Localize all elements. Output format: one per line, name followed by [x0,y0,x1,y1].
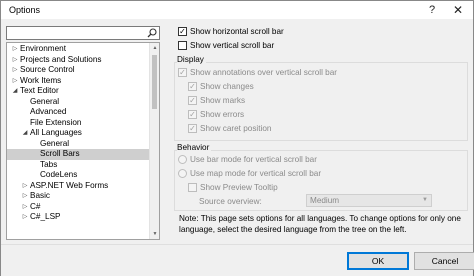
close-button[interactable]: ✕ [447,1,469,19]
checkbox-checked-icon: ✓ [188,124,197,133]
tree-item[interactable]: ◢ Text Editor [7,86,150,97]
expand-arrow-icon[interactable]: ▷ [11,65,19,76]
expand-arrow-icon[interactable]: ▷ [11,76,19,87]
checkbox-label: Show Preview Tooltip [200,183,278,192]
tree-item-label: CodeLens [40,170,78,179]
help-button[interactable]: ? [421,1,443,19]
collapse-arrow-icon[interactable]: ◢ [11,86,19,97]
tree-item[interactable]: ◢ All Languages [7,128,150,139]
checkbox-label: Show vertical scroll bar [190,41,275,50]
checkbox-unchecked-icon [178,41,187,50]
source-overview-label: Source overview: [199,197,262,206]
tree-item[interactable]: File Extension [7,118,150,129]
source-overview-dropdown[interactable]: Medium ▼ [306,194,432,207]
tree-item[interactable]: ▷ Source Control [7,65,150,76]
scroll-down-icon[interactable]: ▼ [150,229,159,239]
radio-label: Use bar mode for vertical scroll bar [190,155,317,164]
checkbox-unchecked-icon [188,183,197,192]
tree-item-label: All Languages [30,128,82,137]
scroll-up-icon[interactable]: ▲ [150,43,159,53]
checkbox-checked-icon: ✓ [178,27,187,36]
tree-item[interactable]: ▷ Projects and Solutions [7,55,150,66]
expand-arrow-icon[interactable]: ▷ [21,202,29,213]
tree-item-label: Source Control [20,65,75,74]
tree-item-label: Environment [20,44,66,53]
source-overview-value: Medium [310,196,340,205]
tree-item-label: Work Items [20,75,62,85]
tree-item-label: Text Editor [20,86,59,95]
tree-item[interactable]: General [7,97,150,108]
chevron-down-icon: ▼ [422,197,428,203]
options-search-input[interactable] [6,26,160,40]
tree-item[interactable]: ▷ Basic [7,191,150,202]
tree-list: ▷ Environment ▷ Projects and Solutions ▷ Sour… [7,44,150,223]
radio-unselected-icon [178,155,187,164]
tree-item-label: General [40,138,70,148]
checkbox-label: Show marks [200,96,246,105]
tree-item-label: Projects and Solutions [20,54,102,64]
ok-button[interactable]: OK [347,252,409,270]
tree-item-label: C#_LSP [30,212,61,221]
display-group-title: Display [177,55,206,64]
tree-item[interactable]: ▷ C#_LSP [7,212,150,223]
tree-item-label: C# [30,201,41,211]
tree-item[interactable]: ▷ ASP.NET Web Forms [7,181,150,192]
tree-item[interactable]: ▷ Environment [7,44,150,55]
note-text: Note: This page sets options for all lan… [179,214,461,234]
collapse-arrow-icon[interactable]: ◢ [21,128,29,139]
checkbox-label: Show horizontal scroll bar [190,27,284,36]
tree-item-label: ASP.NET Web Forms [30,180,109,190]
window-title: Options [9,5,41,15]
options-tree[interactable]: ▷ Environment ▷ Projects and Solutions ▷ Sour… [6,42,160,240]
tree-item[interactable]: Tabs [7,160,150,171]
tree-item-label: General [30,96,60,106]
checkbox-label: Show changes [200,82,254,91]
behavior-group-title: Behavior [177,143,212,152]
tree-item[interactable]: General [7,139,150,150]
tree-item-label: Scroll Bars [40,149,80,158]
tree-item-label: Basic [30,191,51,200]
checkbox-checked-icon: ✓ [188,96,197,105]
tree-item-label: Tabs [40,159,58,169]
title-bar: Options ? ✕ [1,1,473,19]
radio-label: Use map mode for vertical scroll bar [190,169,322,178]
tree-item-label: File Extension [30,117,82,127]
cancel-button[interactable]: Cancel [414,252,474,270]
expand-arrow-icon[interactable]: ▷ [21,191,29,202]
tree-item[interactable]: ▷ C# [7,202,150,213]
checkbox-checked-icon: ✓ [188,110,197,119]
checkbox-label: Show errors [200,110,245,119]
radio-unselected-icon [178,169,187,178]
expand-arrow-icon[interactable]: ▷ [21,181,29,192]
expand-arrow-icon[interactable]: ▷ [21,212,29,223]
dialog-footer: OK Cancel [1,244,474,276]
expand-arrow-icon[interactable]: ▷ [11,44,19,55]
checkbox-checked-icon: ✓ [178,68,187,77]
tree-item[interactable]: Scroll Bars [7,149,150,160]
options-dialog: Options ? ✕ ▷ Environment ▷ Projects and So… [0,0,474,276]
tree-scrollbar[interactable]: ▲ ▼ [149,43,159,239]
tree-item[interactable]: CodeLens [7,170,150,181]
tree-item[interactable]: ▷ Work Items [7,76,150,87]
checkbox-label: Show caret position [200,124,272,133]
tree-item[interactable]: Advanced [7,107,150,118]
tree-item-label: Advanced [30,107,67,116]
expand-arrow-icon[interactable]: ▷ [11,55,19,66]
checkbox-label: Show annotations over vertical scroll ba… [190,68,337,77]
checkbox-checked-icon: ✓ [188,82,197,91]
scroll-thumb[interactable] [152,55,157,109]
search-icon [147,28,157,38]
